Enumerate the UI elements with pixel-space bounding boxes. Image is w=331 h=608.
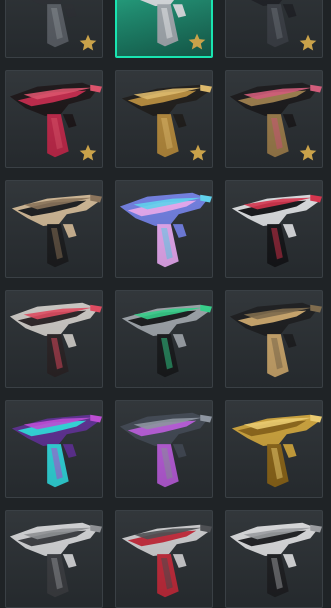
skin-grid [0, 0, 331, 608]
weapon-skin-tile[interactable] [5, 0, 103, 58]
weapon-skin-tile[interactable] [115, 400, 213, 498]
weapon-skin-tile[interactable] [5, 510, 103, 608]
weapon-skin-tile[interactable] [5, 290, 103, 388]
weapon-skin-icon [229, 302, 322, 378]
favorite-star-icon[interactable] [78, 143, 98, 163]
weapon-skin-icon [121, 304, 212, 378]
weapon-skin-tile[interactable] [225, 180, 323, 278]
weapon-skin-tile[interactable] [225, 0, 323, 58]
weapon-skin-icon [11, 414, 102, 488]
weapon-skin-icon [9, 522, 102, 598]
favorite-star-icon[interactable] [187, 32, 207, 52]
weapon-skin-tile-selected[interactable] [115, 0, 213, 58]
favorite-star-icon[interactable] [298, 33, 318, 53]
weapon-skin-tile[interactable] [115, 70, 213, 168]
weapon-skin-icon [231, 194, 322, 268]
weapon-skin-tile[interactable] [225, 400, 323, 498]
weapon-skin-tile[interactable] [115, 290, 213, 388]
weapon-skin-icon [119, 192, 212, 268]
weapon-skin-tile[interactable] [225, 70, 323, 168]
weapon-skin-icon [121, 524, 212, 598]
weapon-skin-tile[interactable] [225, 510, 323, 608]
favorite-star-icon[interactable] [188, 143, 208, 163]
weapon-skin-icon [231, 414, 322, 488]
weapon-skin-icon [119, 412, 212, 488]
weapon-skin-tile[interactable] [5, 400, 103, 498]
weapon-skin-icon [11, 194, 102, 268]
weapon-skin-tile[interactable] [115, 180, 213, 278]
favorite-star-icon[interactable] [78, 33, 98, 53]
weapon-skin-icon [229, 522, 322, 598]
weapon-skin-tile[interactable] [225, 290, 323, 388]
weapon-skin-tile[interactable] [5, 180, 103, 278]
favorite-star-icon[interactable] [298, 143, 318, 163]
weapon-skin-tile[interactable] [5, 70, 103, 168]
weapon-skin-tile[interactable] [115, 510, 213, 608]
weapon-skin-icon [9, 302, 102, 378]
